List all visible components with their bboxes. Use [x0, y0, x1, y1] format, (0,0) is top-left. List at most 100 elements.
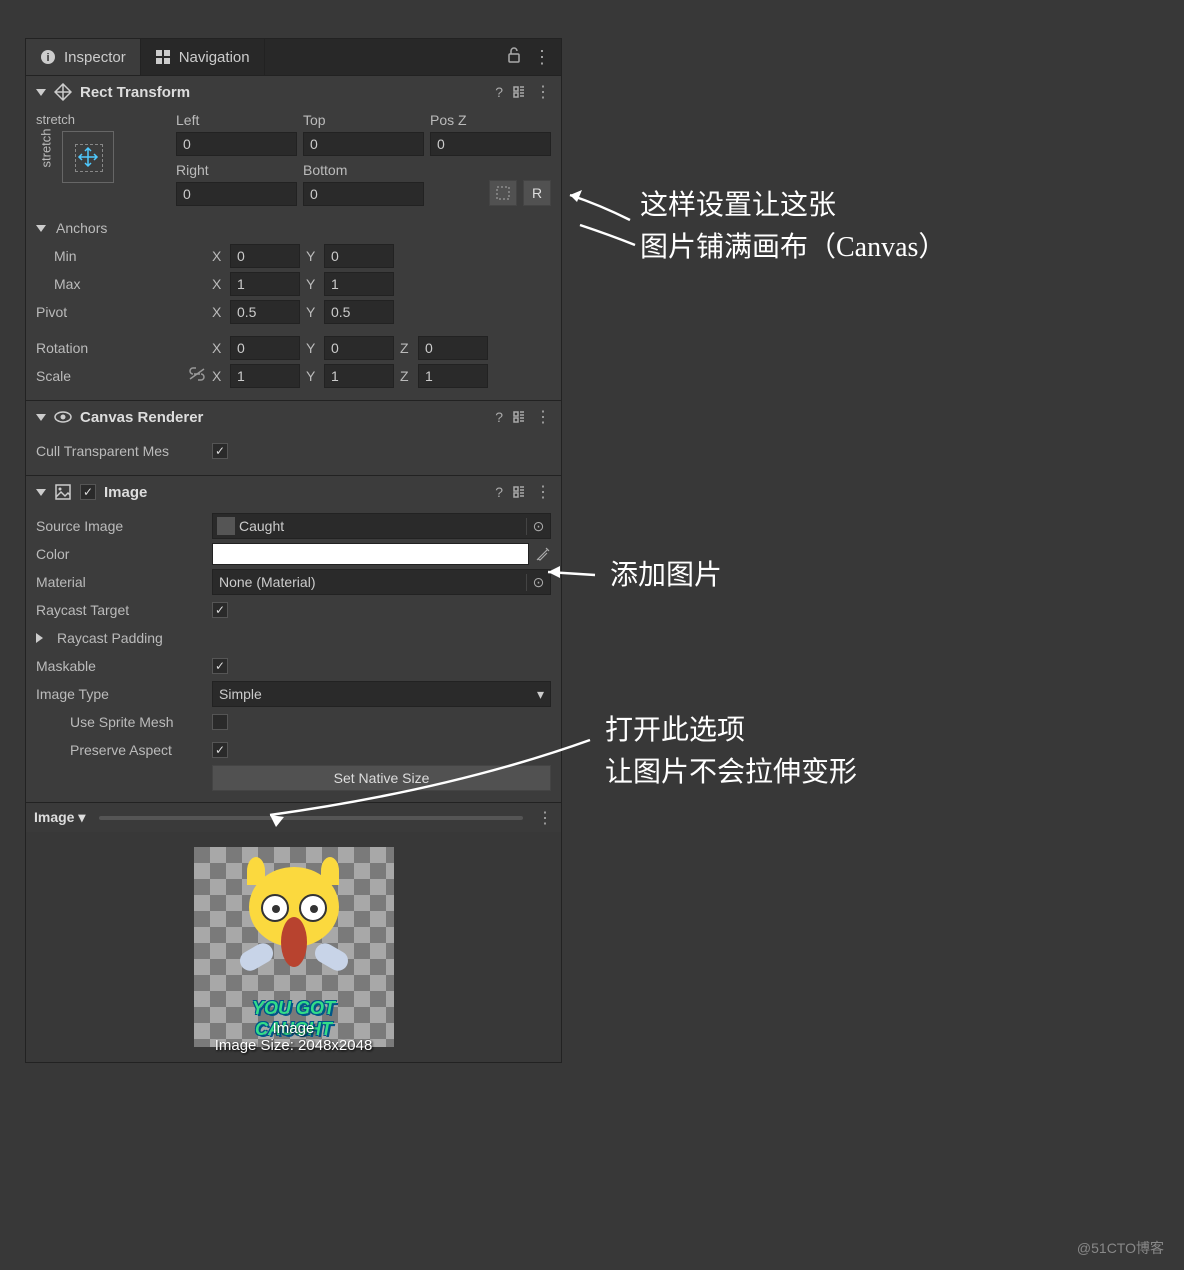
raycast-target-checkbox[interactable]: ✓: [212, 602, 228, 618]
tab-label: Navigation: [179, 49, 250, 66]
bottom-input[interactable]: [303, 182, 424, 206]
material-label: Material: [36, 574, 206, 590]
foldout-icon[interactable]: [36, 633, 43, 643]
scale-y[interactable]: [324, 364, 394, 388]
raw-edit-button[interactable]: R: [523, 180, 551, 206]
pivot-y[interactable]: [324, 300, 394, 324]
foldout-icon: [36, 489, 46, 496]
posz-input[interactable]: [430, 132, 551, 156]
scale-label: Scale: [36, 368, 71, 384]
kebab-icon[interactable]: ⋮: [535, 482, 551, 502]
max-label: Max: [36, 276, 206, 292]
help-icon[interactable]: ?: [495, 484, 503, 500]
object-picker-icon[interactable]: ⊙: [526, 518, 550, 535]
set-native-size-button[interactable]: Set Native Size: [212, 765, 551, 791]
preset-icon[interactable]: [511, 84, 527, 100]
help-icon[interactable]: ?: [495, 409, 503, 425]
left-input[interactable]: [176, 132, 297, 156]
preview-name[interactable]: Image ▾: [34, 809, 85, 826]
sprite-icon: [217, 517, 235, 535]
raycast-target-label: Raycast Target: [36, 602, 206, 618]
top-input[interactable]: [303, 132, 424, 156]
source-image-label: Source Image: [36, 518, 206, 534]
annotation-3: 打开此选项 让图片不会拉伸变形: [605, 710, 857, 794]
image-enable-checkbox[interactable]: ✓: [80, 484, 96, 500]
preview-header: Image ▾ ⋮: [26, 802, 561, 832]
image-type-label: Image Type: [36, 686, 206, 702]
cull-checkbox[interactable]: ✓: [212, 443, 228, 459]
rot-y[interactable]: [324, 336, 394, 360]
color-label: Color: [36, 546, 206, 562]
inspector-panel: i Inspector Navigation ⋮ Rect Transform: [25, 38, 562, 1063]
kebab-icon[interactable]: ⋮: [533, 47, 551, 68]
anchors-label: Anchors: [56, 220, 107, 236]
section-title: Image: [104, 484, 147, 501]
stretch-label-h: stretch: [36, 112, 166, 127]
color-field[interactable]: [212, 543, 529, 565]
scale-x[interactable]: [230, 364, 300, 388]
help-icon[interactable]: ?: [495, 84, 503, 100]
tab-inspector[interactable]: i Inspector: [26, 39, 141, 75]
use-sprite-mesh-label: Use Sprite Mesh: [36, 714, 206, 730]
rect-transform-section: Rect Transform ? ⋮ stretch stretch: [26, 75, 561, 400]
use-sprite-mesh-checkbox[interactable]: [212, 714, 228, 730]
object-picker-icon[interactable]: ⊙: [526, 574, 550, 591]
foldout-icon: [36, 89, 46, 96]
section-title: Canvas Renderer: [80, 409, 203, 426]
preset-icon[interactable]: [511, 484, 527, 500]
kebab-icon[interactable]: ⋮: [535, 407, 551, 427]
canvas-renderer-section: Canvas Renderer ? ⋮ Cull Transparent Mes…: [26, 400, 561, 475]
rot-z[interactable]: [418, 336, 488, 360]
anchor-preset[interactable]: stretch stretch: [36, 112, 166, 206]
constrain-icon[interactable]: [188, 367, 206, 385]
preview-zoom-slider[interactable]: [99, 816, 523, 820]
watermark: @51CTO博客: [1077, 1238, 1164, 1258]
maskable-checkbox[interactable]: ✓: [212, 658, 228, 674]
top-label: Top: [303, 112, 424, 128]
canvas-renderer-icon: [54, 410, 72, 424]
kebab-icon[interactable]: ⋮: [537, 808, 553, 828]
image-section: ✓ Image ? ⋮ Source Image Caught⊙ Color M…: [26, 475, 561, 802]
right-label: Right: [176, 162, 297, 178]
lock-icon[interactable]: [507, 47, 521, 68]
anchor-min-y[interactable]: [324, 244, 394, 268]
blueprint-mode-button[interactable]: [489, 180, 517, 206]
annotation-2: 添加图片: [610, 555, 722, 597]
anchor-min-x[interactable]: [230, 244, 300, 268]
posz-label: Pos Z: [430, 112, 551, 128]
rot-x[interactable]: [230, 336, 300, 360]
kebab-icon[interactable]: ⋮: [535, 82, 551, 102]
right-input[interactable]: [176, 182, 297, 206]
stretch-label-v: stretch: [39, 147, 54, 167]
image-header[interactable]: ✓ Image ? ⋮: [26, 476, 561, 508]
source-image-field[interactable]: Caught⊙: [212, 513, 551, 539]
preview-sprite: YOU GOT CAUGHT: [219, 862, 369, 1032]
annotation-1: 这样设置让这张 图片铺满画布（Canvas）: [640, 185, 946, 269]
svg-text:i: i: [46, 52, 49, 64]
preview-info-text: Image Image Size: 2048x2048: [26, 1020, 561, 1054]
chevron-down-icon: ▾: [537, 686, 544, 703]
scale-z[interactable]: [418, 364, 488, 388]
canvas-renderer-header[interactable]: Canvas Renderer ? ⋮: [26, 401, 561, 433]
rotation-label: Rotation: [36, 340, 206, 356]
anchor-max-x[interactable]: [230, 272, 300, 296]
image-component-icon: [54, 483, 72, 501]
cull-label: Cull Transparent Mes: [36, 443, 206, 459]
material-field[interactable]: None (Material)⊙: [212, 569, 551, 595]
foldout-icon[interactable]: [36, 225, 46, 232]
image-type-dropdown[interactable]: Simple▾: [212, 681, 551, 707]
navigation-icon: [155, 49, 171, 65]
pivot-x[interactable]: [230, 300, 300, 324]
foldout-icon: [36, 414, 46, 421]
min-label: Min: [36, 248, 206, 264]
rect-transform-icon: [54, 83, 72, 101]
tab-bar: i Inspector Navigation ⋮: [26, 39, 561, 75]
raycast-padding-label: Raycast Padding: [57, 630, 163, 646]
preset-icon[interactable]: [511, 409, 527, 425]
anchor-max-y[interactable]: [324, 272, 394, 296]
preview-checker: YOU GOT CAUGHT: [194, 847, 394, 1047]
rect-transform-header[interactable]: Rect Transform ? ⋮: [26, 76, 561, 108]
eyedropper-icon[interactable]: [535, 546, 551, 562]
tab-navigation[interactable]: Navigation: [141, 39, 265, 75]
preserve-aspect-checkbox[interactable]: ✓: [212, 742, 228, 758]
